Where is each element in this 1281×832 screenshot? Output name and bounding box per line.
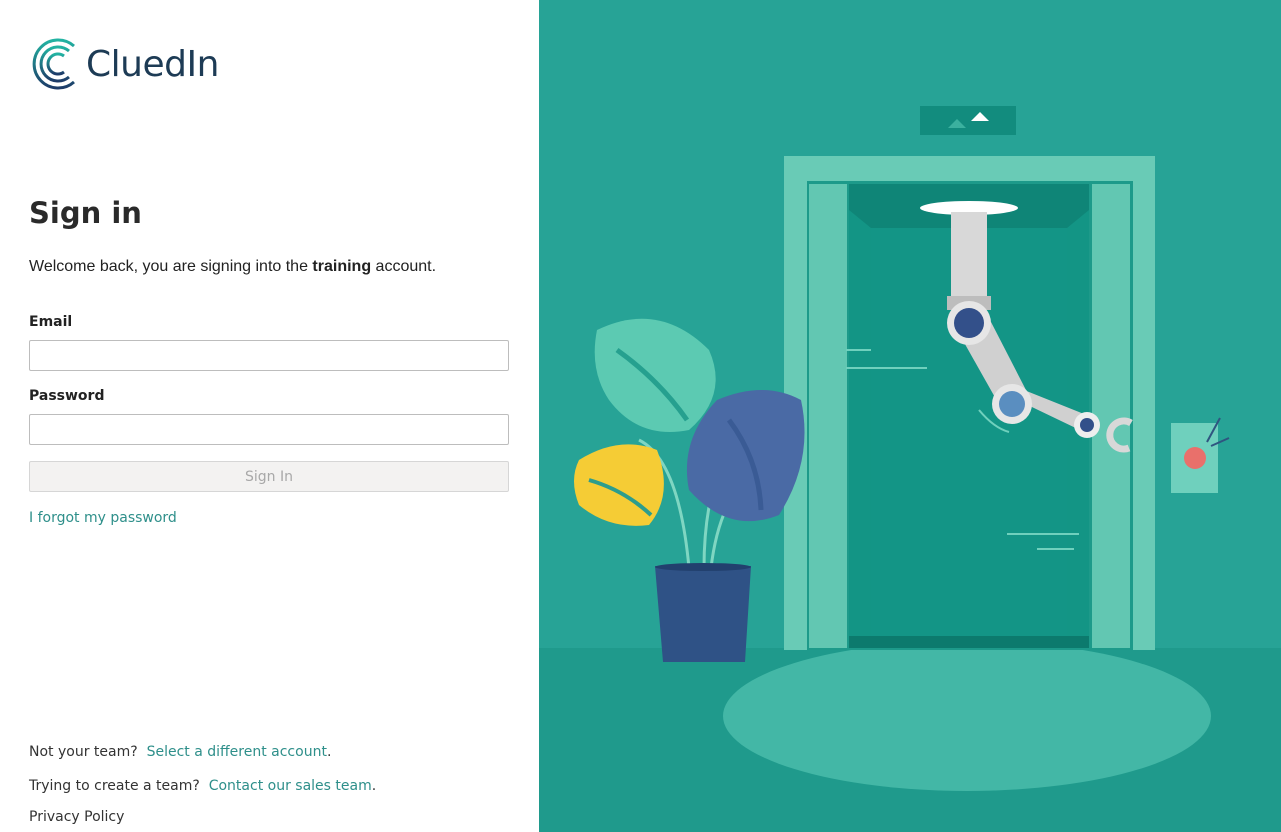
sign-in-button[interactable]: Sign In [29,461,509,492]
different-account-line: Not your team? Select a different accoun… [29,744,331,760]
robot-elevator-illustration [539,106,1281,832]
logo: CluedIn [28,33,219,95]
illustration-panel [539,0,1281,832]
cluedin-logo-icon [28,38,75,90]
team-prefix: Not your team? [29,744,138,760]
privacy-policy-link[interactable]: Privacy Policy [29,809,124,825]
welcome-message: Welcome back, you are signing into the t… [29,258,436,276]
email-field[interactable] [29,340,509,371]
email-label: Email [29,314,73,330]
welcome-suffix: account. [371,258,437,275]
brand-name: CluedIn [86,43,219,85]
forgot-password-link[interactable]: I forgot my password [29,510,177,526]
page-title: Sign in [29,196,142,230]
contact-sales-link[interactable]: Contact our sales team [209,778,372,794]
welcome-prefix: Welcome back, you are signing into the [29,258,313,275]
create-suffix: . [371,778,377,794]
account-name: training [312,258,372,275]
password-label: Password [29,388,105,404]
password-field[interactable] [29,414,509,445]
select-account-link[interactable]: Select a different account [147,744,327,760]
create-team-line: Trying to create a team? Contact our sal… [29,778,376,794]
signin-panel: CluedIn Sign in Welcome back, you are si… [0,0,539,832]
team-suffix: . [326,744,332,760]
create-prefix: Trying to create a team? [29,778,200,794]
